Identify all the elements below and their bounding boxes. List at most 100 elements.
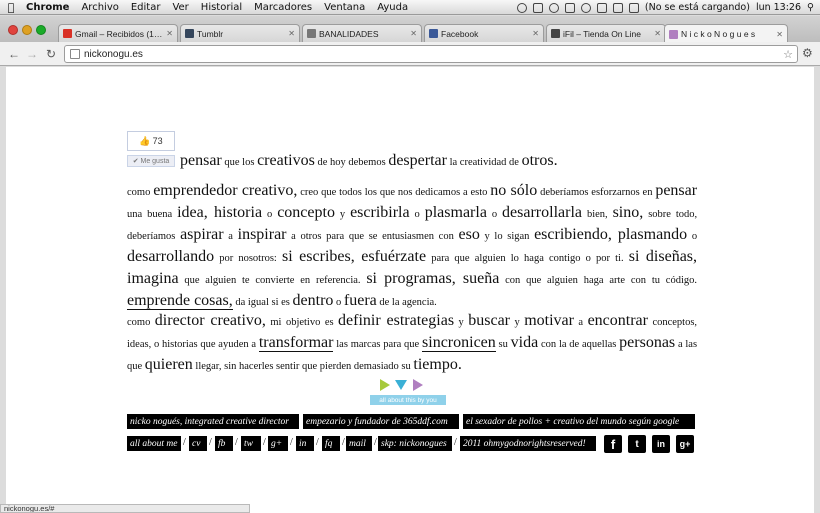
phrase: creativos [257,152,315,169]
blue-arrow-icon[interactable] [395,380,407,390]
timemachine-icon[interactable] [564,2,575,13]
phrase: sino, [612,204,644,221]
tab-label: N i c k o N o g u e s [681,29,756,39]
globe-icon[interactable] [516,2,527,13]
menu-app-name[interactable]: Chrome [22,2,75,13]
phrase: pensar [180,152,222,169]
tab-nickonogues[interactable]: N i c k o N o g u e s ✕ [664,24,788,43]
address-bar[interactable]: ☆ [64,45,798,63]
phrase: y [514,317,520,328]
tab-label: iFil – Tienda On Line [563,28,641,39]
phrase: o [691,231,698,242]
about-button[interactable]: all about this by you [370,395,446,405]
arrow-icons [380,379,440,393]
footer-skype-link[interactable]: skp: nickonogues [378,436,452,451]
tab-strip: Gmail – Recibidos (168) – ✕ Tumblr ✕ BAN… [0,16,820,43]
tab-label: BANALIDADES [319,28,379,39]
footer-title: nicko nogués, integrated creative direct… [127,414,299,429]
footer-cv-link[interactable]: cv [189,436,207,451]
thumbs-up-icon: 👍 [139,135,151,146]
app-icon[interactable] [532,2,543,13]
menu-ayuda[interactable]: Ayuda [371,2,414,13]
sincronicen-link[interactable]: sincronicen [422,334,496,352]
tab-banalidades[interactable]: BANALIDADES ✕ [302,24,422,42]
phrase: o [414,209,420,220]
footer-google-link[interactable]: el sexador de pollos + creativo del mund… [463,414,695,429]
volume-icon[interactable] [612,2,623,13]
close-icon[interactable]: ✕ [288,29,295,38]
bluetooth-icon[interactable] [580,2,591,13]
linkedin-icon[interactable]: in [652,435,670,453]
phrase: o [491,209,498,220]
spotlight-icon[interactable]: ⚲ [807,2,814,13]
tab-gmail[interactable]: Gmail – Recibidos (168) – ✕ [58,24,178,42]
purple-arrow-icon[interactable] [413,379,423,391]
footer-mail-link[interactable]: mail [346,436,372,451]
phrase: emprendedor creativo, [153,182,298,199]
tab-facebook[interactable]: Facebook ✕ [424,24,544,42]
menu-historial[interactable]: Historial [195,2,248,13]
clock-icon[interactable] [548,2,559,13]
phrase: a otros para que se entusiasmen con [291,231,454,242]
wrench-icon[interactable]: ⚙ [802,46,813,60]
menu-editar[interactable]: Editar [125,2,167,13]
url-input[interactable] [84,48,784,60]
phrase: quieren [144,356,193,373]
footer-fq-link[interactable]: fq [322,436,340,451]
twitter-icon[interactable]: t [628,435,646,453]
footer-about-link[interactable]: all about me [127,436,181,451]
close-icon[interactable]: ✕ [166,29,173,38]
footer-tw-link[interactable]: tw [241,436,261,451]
phrase: llegar, sin hacerles sentir que pierden … [195,361,411,372]
like-button[interactable]: ✔ Me gusta [127,155,175,167]
back-arrow-icon[interactable]: ← [6,46,22,62]
phrase: como [127,187,151,198]
close-icon[interactable]: ✕ [776,30,783,39]
forward-arrow-icon[interactable]: → [24,46,40,62]
close-icon[interactable]: ✕ [654,29,661,38]
menu-ventana[interactable]: Ventana [318,2,371,13]
battery-icon[interactable] [628,2,639,13]
emprende-cosas-link[interactable]: emprende cosas, [127,292,233,310]
tab-label: Facebook [441,28,479,39]
separator: / [374,437,377,448]
wifi-icon[interactable] [596,2,607,13]
phrase: inspirar [237,226,287,243]
tab-ifil[interactable]: iFil – Tienda On Line ✕ [546,24,666,42]
menu-archivo[interactable]: Archivo [75,2,124,13]
apple-icon[interactable]:  [0,1,22,14]
transformar-link[interactable]: transformar [258,334,334,352]
phrase: eso [458,226,480,243]
window-close-button[interactable] [8,25,18,35]
tab-label: Tumblr [197,28,224,39]
footer-gplus-link[interactable]: g+ [268,436,288,451]
nicko-icon [669,29,678,39]
reload-icon[interactable]: ↻ [43,46,59,62]
like-count-box: 👍 73 [127,131,175,151]
page-icon [70,49,80,59]
separator: / [183,437,186,448]
intro-line: pensar que los creativos de hoy debemos … [180,151,600,173]
footer-in-link[interactable]: in [296,436,314,451]
close-icon[interactable]: ✕ [410,29,417,38]
page-icon [307,29,316,38]
phrase: bien, [586,209,608,220]
menu-ver[interactable]: Ver [166,2,194,13]
tab-tumblr[interactable]: Tumblr ✕ [180,24,300,42]
phrase: definir estrategias [338,312,455,329]
phrase: personas [619,334,676,351]
window-zoom-button[interactable] [36,25,46,35]
google-plus-icon[interactable]: g+ [676,435,694,453]
bookmark-star-icon[interactable]: ☆ [783,48,793,61]
close-icon[interactable]: ✕ [532,29,539,38]
window-minimize-button[interactable] [22,25,32,35]
phrase: despertar [388,152,447,169]
green-arrow-icon[interactable] [380,379,390,391]
ifil-icon [551,29,560,38]
footer-365ddf-link[interactable]: empezario y fundador de 365ddf.com [303,414,459,429]
menu-marcadores[interactable]: Marcadores [248,2,318,13]
menubar-tray: (No se está cargando) lun 13:26 ⚲ [516,0,814,15]
footer-fb-link[interactable]: fb [215,436,233,451]
menubar-clock[interactable]: lun 13:26 [756,2,801,13]
facebook-icon[interactable]: f [604,435,622,453]
